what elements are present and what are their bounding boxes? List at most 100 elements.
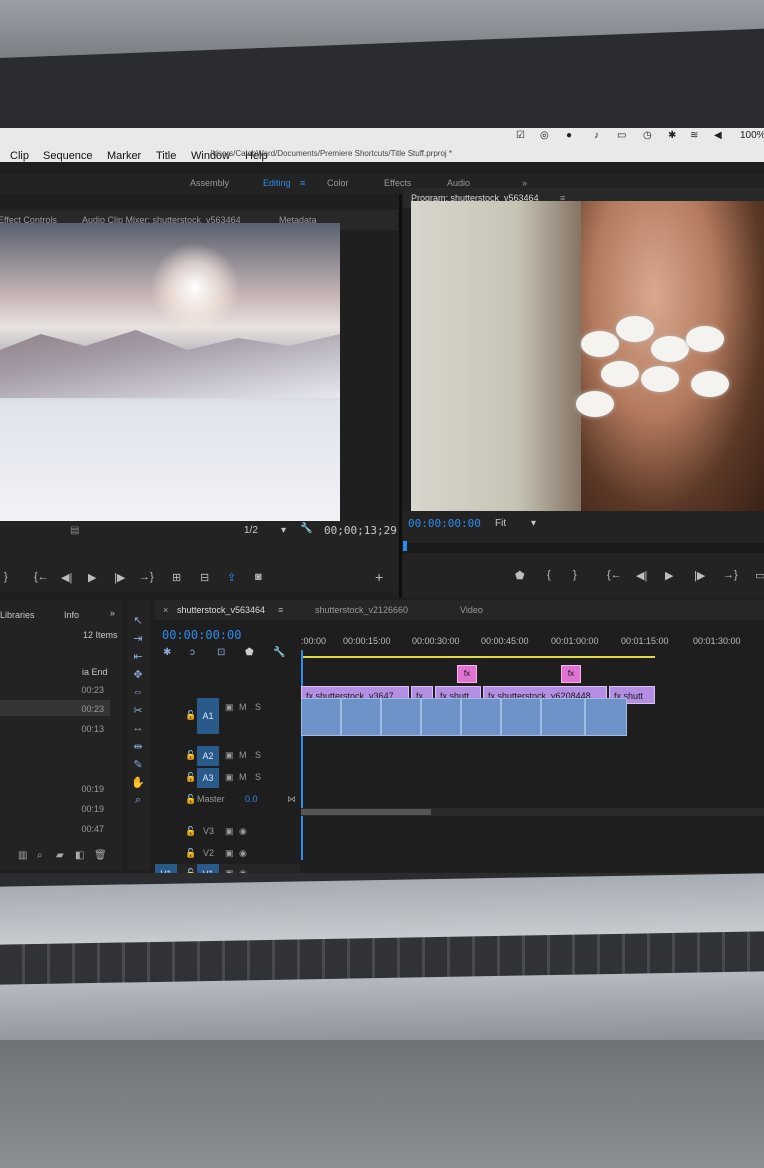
workspace-more-icon[interactable]: » xyxy=(522,178,527,188)
go-to-out-icon[interactable]: →} xyxy=(723,569,738,581)
bluetooth-icon[interactable]: ✱ xyxy=(668,130,676,141)
program-scrub-bar[interactable] xyxy=(403,541,764,553)
clock-icon[interactable]: ◷ xyxy=(643,130,652,141)
sequence-tab[interactable]: shutterstock_v2126660 xyxy=(315,605,408,615)
play-icon[interactable]: ▶ xyxy=(665,569,673,582)
ghost-icon[interactable]: ● xyxy=(566,130,572,141)
menu-clip[interactable]: Clip xyxy=(10,150,29,162)
track-label[interactable]: A2 xyxy=(197,746,219,766)
rate-stretch-icon[interactable]: ⇔ xyxy=(128,686,148,698)
sync-lock-icon[interactable]: ▣ xyxy=(225,772,234,783)
tab-close-icon[interactable]: × xyxy=(163,605,168,615)
timeline-scrollbar[interactable] xyxy=(301,808,764,816)
add-marker-icon[interactable]: ⬟ xyxy=(245,647,254,658)
mark-out-icon[interactable]: } xyxy=(573,569,577,581)
workspace-effects[interactable]: Effects xyxy=(384,178,411,188)
workspace-editing[interactable]: Editing xyxy=(263,178,291,188)
track-label[interactable]: A1 xyxy=(197,698,219,734)
selection-tool-icon[interactable]: ↖ xyxy=(128,614,148,627)
marker-icon[interactable]: ⬟ xyxy=(515,569,525,582)
sync-lock-icon[interactable]: ▣ xyxy=(225,702,234,713)
slide-icon[interactable]: ⇹ xyxy=(128,740,148,753)
lock-icon[interactable]: 🔓 xyxy=(185,772,196,783)
nest-icon[interactable]: ⊡ xyxy=(217,647,225,658)
lift-icon[interactable]: ▭ xyxy=(755,569,764,582)
adjustment-clip[interactable]: fx xyxy=(561,665,581,683)
trash-icon[interactable]: 🗑 xyxy=(94,850,107,861)
ripple-edit-icon[interactable]: ⇤ xyxy=(128,650,148,663)
audio-clip[interactable] xyxy=(301,698,341,736)
menu-marker[interactable]: Marker xyxy=(107,150,141,162)
film-icon[interactable]: ▤ xyxy=(70,525,79,536)
mute-button[interactable]: M xyxy=(239,702,247,712)
track-select-icon[interactable]: ⇥ xyxy=(128,632,148,645)
audio-clip[interactable] xyxy=(421,698,461,736)
fit-dropdown-icon[interactable]: ▾ xyxy=(531,518,536,529)
video-tab[interactable]: Video xyxy=(460,605,483,615)
play-icon[interactable]: ▶ xyxy=(88,571,96,584)
scrollbar-thumb[interactable] xyxy=(301,809,431,815)
audio-clip[interactable] xyxy=(461,698,501,736)
search-icon[interactable]: ⌕ xyxy=(37,850,43,861)
work-area-bar[interactable] xyxy=(301,656,655,658)
snap-icon[interactable]: ✱ xyxy=(163,647,171,658)
mark-in-icon[interactable]: { xyxy=(547,569,551,581)
audio-clip[interactable] xyxy=(381,698,421,736)
list-view-icon[interactable]: ▥ xyxy=(18,850,27,861)
workspace-color[interactable]: Color xyxy=(327,178,349,188)
workspace-assembly[interactable]: Assembly xyxy=(190,178,229,188)
adjustment-clip[interactable]: fx xyxy=(457,665,477,683)
step-forward-icon[interactable]: |▶ xyxy=(694,569,705,582)
add-button-icon[interactable]: + xyxy=(375,569,383,585)
rolling-edit-icon[interactable]: ✥ xyxy=(128,668,148,681)
sequence-menu-icon[interactable]: ≡ xyxy=(278,605,283,615)
menu-sequence[interactable]: Sequence xyxy=(43,150,93,162)
razor-icon[interactable]: ✂ xyxy=(128,704,148,717)
column-media-end[interactable]: ia End xyxy=(82,667,108,677)
mute-button[interactable]: M xyxy=(239,772,247,782)
camera-icon[interactable]: ◙ xyxy=(255,571,262,583)
sync-lock-icon[interactable]: ▣ xyxy=(225,750,234,761)
creative-cloud-icon[interactable]: ◎ xyxy=(540,130,549,141)
lock-icon[interactable]: 🔓 xyxy=(185,710,196,721)
insert-icon[interactable]: ⊞ xyxy=(172,571,181,584)
audio-clip[interactable] xyxy=(585,698,627,736)
zoom-icon[interactable]: ⌕ xyxy=(128,794,148,807)
lock-icon[interactable]: 🔓 xyxy=(185,794,196,805)
pen-icon[interactable]: ✎ xyxy=(128,758,148,771)
checkbox-icon[interactable]: ☑ xyxy=(516,130,525,141)
out-mark-icon[interactable]: } xyxy=(4,571,8,583)
go-to-in-icon[interactable]: {← xyxy=(34,571,49,583)
step-back-icon[interactable]: ◀| xyxy=(61,571,72,584)
end-point-icon[interactable]: ⋈ xyxy=(287,794,296,805)
resolution-select[interactable]: 1/2 xyxy=(244,525,258,536)
wifi-icon[interactable]: ≋ xyxy=(690,130,698,141)
airplay-icon[interactable]: ▭ xyxy=(617,130,626,141)
go-to-in-icon[interactable]: {← xyxy=(607,569,622,581)
lock-icon[interactable]: 🔓 xyxy=(185,750,196,761)
new-item-icon[interactable]: ◧ xyxy=(75,850,84,861)
audio-clip[interactable] xyxy=(501,698,541,736)
go-to-out-icon[interactable]: →} xyxy=(139,571,154,583)
overwrite-icon[interactable]: ⊟ xyxy=(200,571,209,584)
audio-clip[interactable] xyxy=(541,698,585,736)
program-playhead[interactable] xyxy=(403,541,407,551)
fit-select[interactable]: Fit xyxy=(495,518,506,529)
solo-button[interactable]: S xyxy=(255,702,261,712)
sequence-tab-active[interactable]: shutterstock_v563464 xyxy=(177,605,265,615)
time-ruler[interactable]: :00:00 00:00:15:00 00:00:30:00 00:00:45:… xyxy=(301,636,764,664)
folder-icon[interactable]: ▰ xyxy=(56,850,64,861)
solo-button[interactable]: S xyxy=(255,750,261,760)
bell-icon[interactable]: ♪ xyxy=(594,130,599,141)
hand-icon[interactable]: ✋ xyxy=(128,776,148,789)
menu-title[interactable]: Title xyxy=(156,150,176,162)
panel-more-icon[interactable]: » xyxy=(110,608,115,618)
mute-button[interactable]: M xyxy=(239,750,247,760)
workspace-menu-icon[interactable]: ≡ xyxy=(300,178,305,188)
audio-clip[interactable] xyxy=(341,698,381,736)
wrench-icon[interactable]: 🔧 xyxy=(300,523,312,534)
linked-selection-icon[interactable]: ↄ xyxy=(190,647,195,658)
solo-button[interactable]: S xyxy=(255,772,261,782)
timeline-settings-icon[interactable]: 🔧 xyxy=(273,647,285,658)
tab-info[interactable]: Info xyxy=(64,610,79,620)
